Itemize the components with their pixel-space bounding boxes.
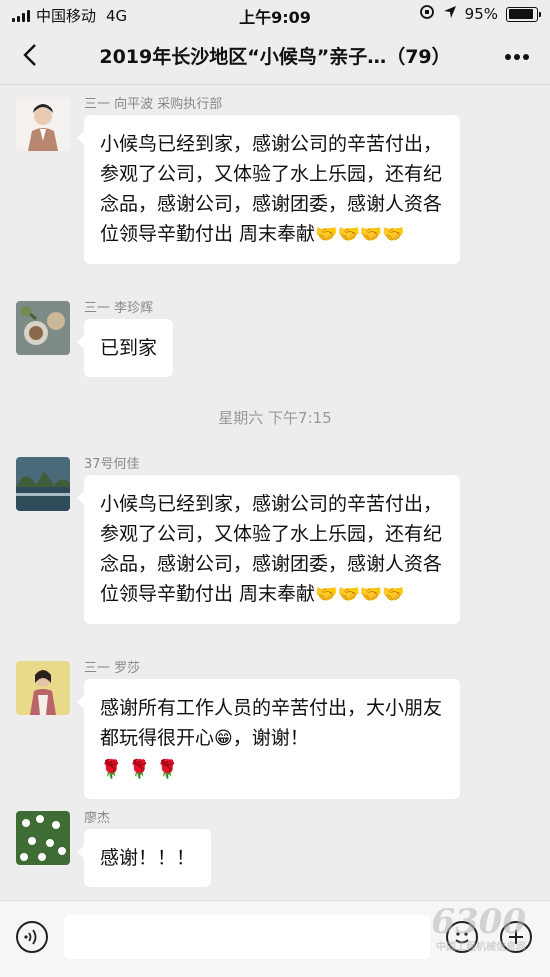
message-input[interactable] — [64, 915, 430, 959]
orientation-lock-icon — [419, 4, 435, 24]
voice-button[interactable] — [16, 921, 48, 953]
message-bubble[interactable]: 已到家 — [76, 319, 174, 377]
message-list[interactable]: 三一 向平波 采购执行部 小候鸟已经到家，感谢公司的辛苦付出，参观了公司，又体验… — [0, 85, 550, 900]
location-icon — [443, 5, 457, 23]
rose-emoji: 🌹 🌹 🌹 — [100, 759, 179, 780]
input-bar: 6300 中国工程机械信息网 — [0, 900, 550, 977]
sender-name: 廖杰 — [84, 811, 111, 826]
sender-name: 三一 向平波 采购执行部 — [84, 97, 223, 112]
message-text: ，谢谢！ — [232, 727, 309, 749]
time-separator: 星期六 下午7:15 — [218, 409, 332, 427]
status-bar: 中国移动 4G 上午9:09 95% — [0, 0, 550, 28]
battery-percent: 95% — [464, 5, 498, 23]
chevron-left-icon — [23, 44, 36, 66]
message-bubble[interactable]: 感谢！！！ — [76, 829, 212, 887]
avatar[interactable] — [16, 661, 70, 715]
more-dots-icon — [505, 54, 529, 60]
message-bubble[interactable]: 小候鸟已经到家，感谢公司的辛苦付出，参观了公司，又体验了水上乐园，还有纪念品，感… — [77, 475, 460, 624]
watermark-caption: 中国工程机械信息网 — [436, 942, 526, 953]
sender-name: 37号何佳 — [84, 457, 140, 472]
voice-icon — [24, 929, 37, 945]
sender-name: 三一 罗莎 — [84, 661, 141, 676]
back-button[interactable] — [18, 42, 44, 68]
site-watermark: 6300 中国工程机械信息网 — [431, 902, 526, 953]
message-text: 感谢！！！ — [100, 847, 196, 869]
chat-title: 2019年长沙地区“小候鸟”亲子…（79） — [99, 46, 451, 68]
more-options-button[interactable] — [504, 42, 530, 67]
avatar[interactable] — [16, 811, 70, 865]
avatar[interactable] — [16, 97, 70, 151]
avatar[interactable] — [16, 301, 70, 355]
sender-name: 三一 李珍辉 — [84, 301, 154, 316]
battery-icon — [506, 6, 541, 22]
message-text: 已到家 — [100, 337, 158, 359]
grinning-emoji: 😁 — [214, 728, 233, 749]
message-bubble[interactable]: 感谢所有工作人员的辛苦付出，大小朋友都玩得很开心😁，谢谢！ 🌹 🌹 🌹 — [77, 679, 460, 799]
handshake-emoji: 🤝🤝🤝🤝 — [315, 224, 405, 245]
avatar[interactable] — [16, 457, 70, 511]
handshake-emoji: 🤝🤝🤝🤝 — [315, 584, 405, 605]
message-bubble[interactable]: 小候鸟已经到家，感谢公司的辛苦付出，参观了公司，又体验了水上乐园，还有纪念品，感… — [77, 115, 460, 264]
watermark-number: 6300 — [431, 902, 526, 942]
chat-header: 2019年长沙地区“小候鸟”亲子…（79） — [0, 28, 550, 85]
